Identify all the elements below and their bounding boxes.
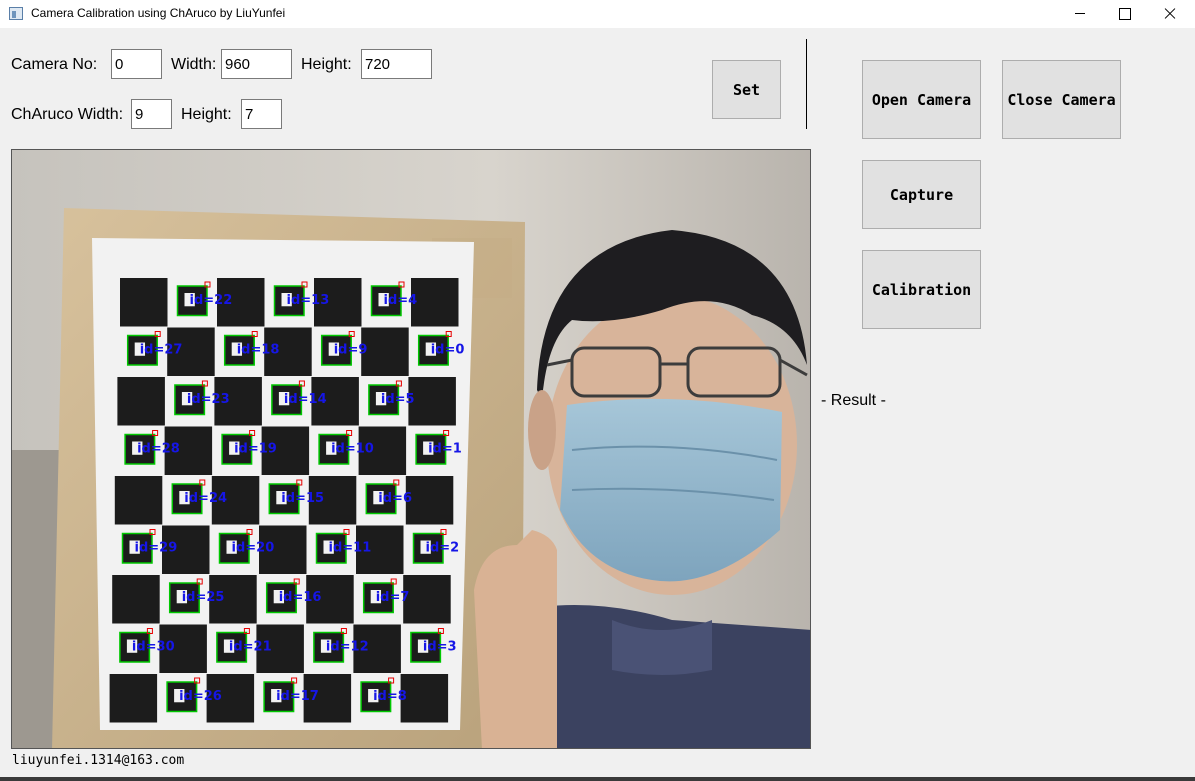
marker-id-label: id=19 [234, 442, 277, 457]
marker-id-label: id=0 [431, 343, 465, 358]
marker-id-label: id=15 [281, 491, 324, 506]
set-button[interactable]: Set [712, 60, 781, 119]
board-square [400, 674, 449, 723]
marker-id-label: id=6 [378, 491, 412, 506]
marker-id-label: id=13 [287, 293, 330, 308]
window-title: Camera Calibration using ChAruco by LiuY… [31, 6, 286, 20]
marker-id-label: id=27 [140, 343, 183, 358]
calibration-button[interactable]: Calibration [862, 250, 981, 329]
marker-id-label: id=9 [334, 343, 368, 358]
board-square [114, 476, 163, 525]
board-square [403, 575, 451, 624]
marker-id-label: id=22 [190, 293, 233, 308]
marker-id-label: id=1 [428, 442, 462, 457]
board-square [411, 278, 459, 327]
minimize-button[interactable] [1057, 0, 1103, 28]
close-camera-button[interactable]: Close Camera [1002, 60, 1121, 139]
status-email: liuyunfei.1314@163.com [12, 753, 185, 768]
marker-id-label: id=24 [184, 491, 227, 506]
result-label: - Result - [821, 392, 886, 409]
marker-id-label: id=5 [381, 392, 415, 407]
charuco-height-input[interactable] [241, 99, 282, 129]
camera-view: id=22 id=13 id=4 id=27 id=18 id=9 id=0 id=23 id=… [11, 149, 811, 749]
marker-id-label: id=26 [179, 689, 222, 704]
marker-id-label: id=12 [326, 640, 369, 655]
marker-id-label: id=30 [132, 640, 175, 655]
charuco-height-label: Height: [181, 106, 232, 123]
camera-width-label: Width: [171, 56, 217, 73]
hand [474, 530, 557, 748]
camera-height-label: Height: [301, 56, 352, 73]
marker-id-label: id=7 [376, 590, 410, 605]
camera-no-label: Camera No: [11, 56, 98, 73]
marker-id-label: id=11 [329, 541, 372, 556]
marker-id-label: id=10 [331, 442, 374, 457]
marker-id-label: id=20 [232, 541, 275, 556]
marker-id-label: id=29 [135, 541, 178, 556]
marker-id-label: id=4 [384, 293, 418, 308]
camera-width-input[interactable] [221, 49, 292, 79]
open-camera-button[interactable]: Open Camera [862, 60, 981, 139]
camera-height-input[interactable] [361, 49, 432, 79]
charuco-width-label: ChAruco Width: [11, 106, 124, 123]
board-square [109, 674, 158, 723]
marker-id-label: id=18 [237, 343, 280, 358]
maximize-button[interactable] [1102, 0, 1148, 28]
close-window-button[interactable] [1147, 0, 1193, 28]
board-square [405, 476, 454, 525]
app-window-icon [9, 7, 23, 20]
window-bottom-edge [0, 777, 1195, 781]
board-square [112, 575, 160, 624]
marker-id-label: id=25 [182, 590, 225, 605]
marker-id-label: id=21 [229, 640, 272, 655]
board-square [120, 278, 168, 327]
board-square [408, 377, 456, 426]
title-bar[interactable]: Camera Calibration using ChAruco by LiuY… [0, 0, 1195, 28]
board-square [117, 377, 165, 426]
charuco-width-input[interactable] [131, 99, 172, 129]
marker-id-label: id=23 [187, 392, 230, 407]
capture-button[interactable]: Capture [862, 160, 981, 229]
marker-id-label: id=16 [279, 590, 322, 605]
marker-id-label: id=8 [373, 689, 407, 704]
camera-no-input[interactable] [111, 49, 162, 79]
marker-id-label: id=2 [426, 541, 460, 556]
marker-id-label: id=17 [276, 689, 319, 704]
vertical-divider [806, 39, 807, 129]
marker-id-label: id=28 [137, 442, 180, 457]
board-square [361, 327, 409, 376]
marker-id-label: id=3 [423, 640, 457, 655]
marker-id-label: id=14 [284, 392, 327, 407]
